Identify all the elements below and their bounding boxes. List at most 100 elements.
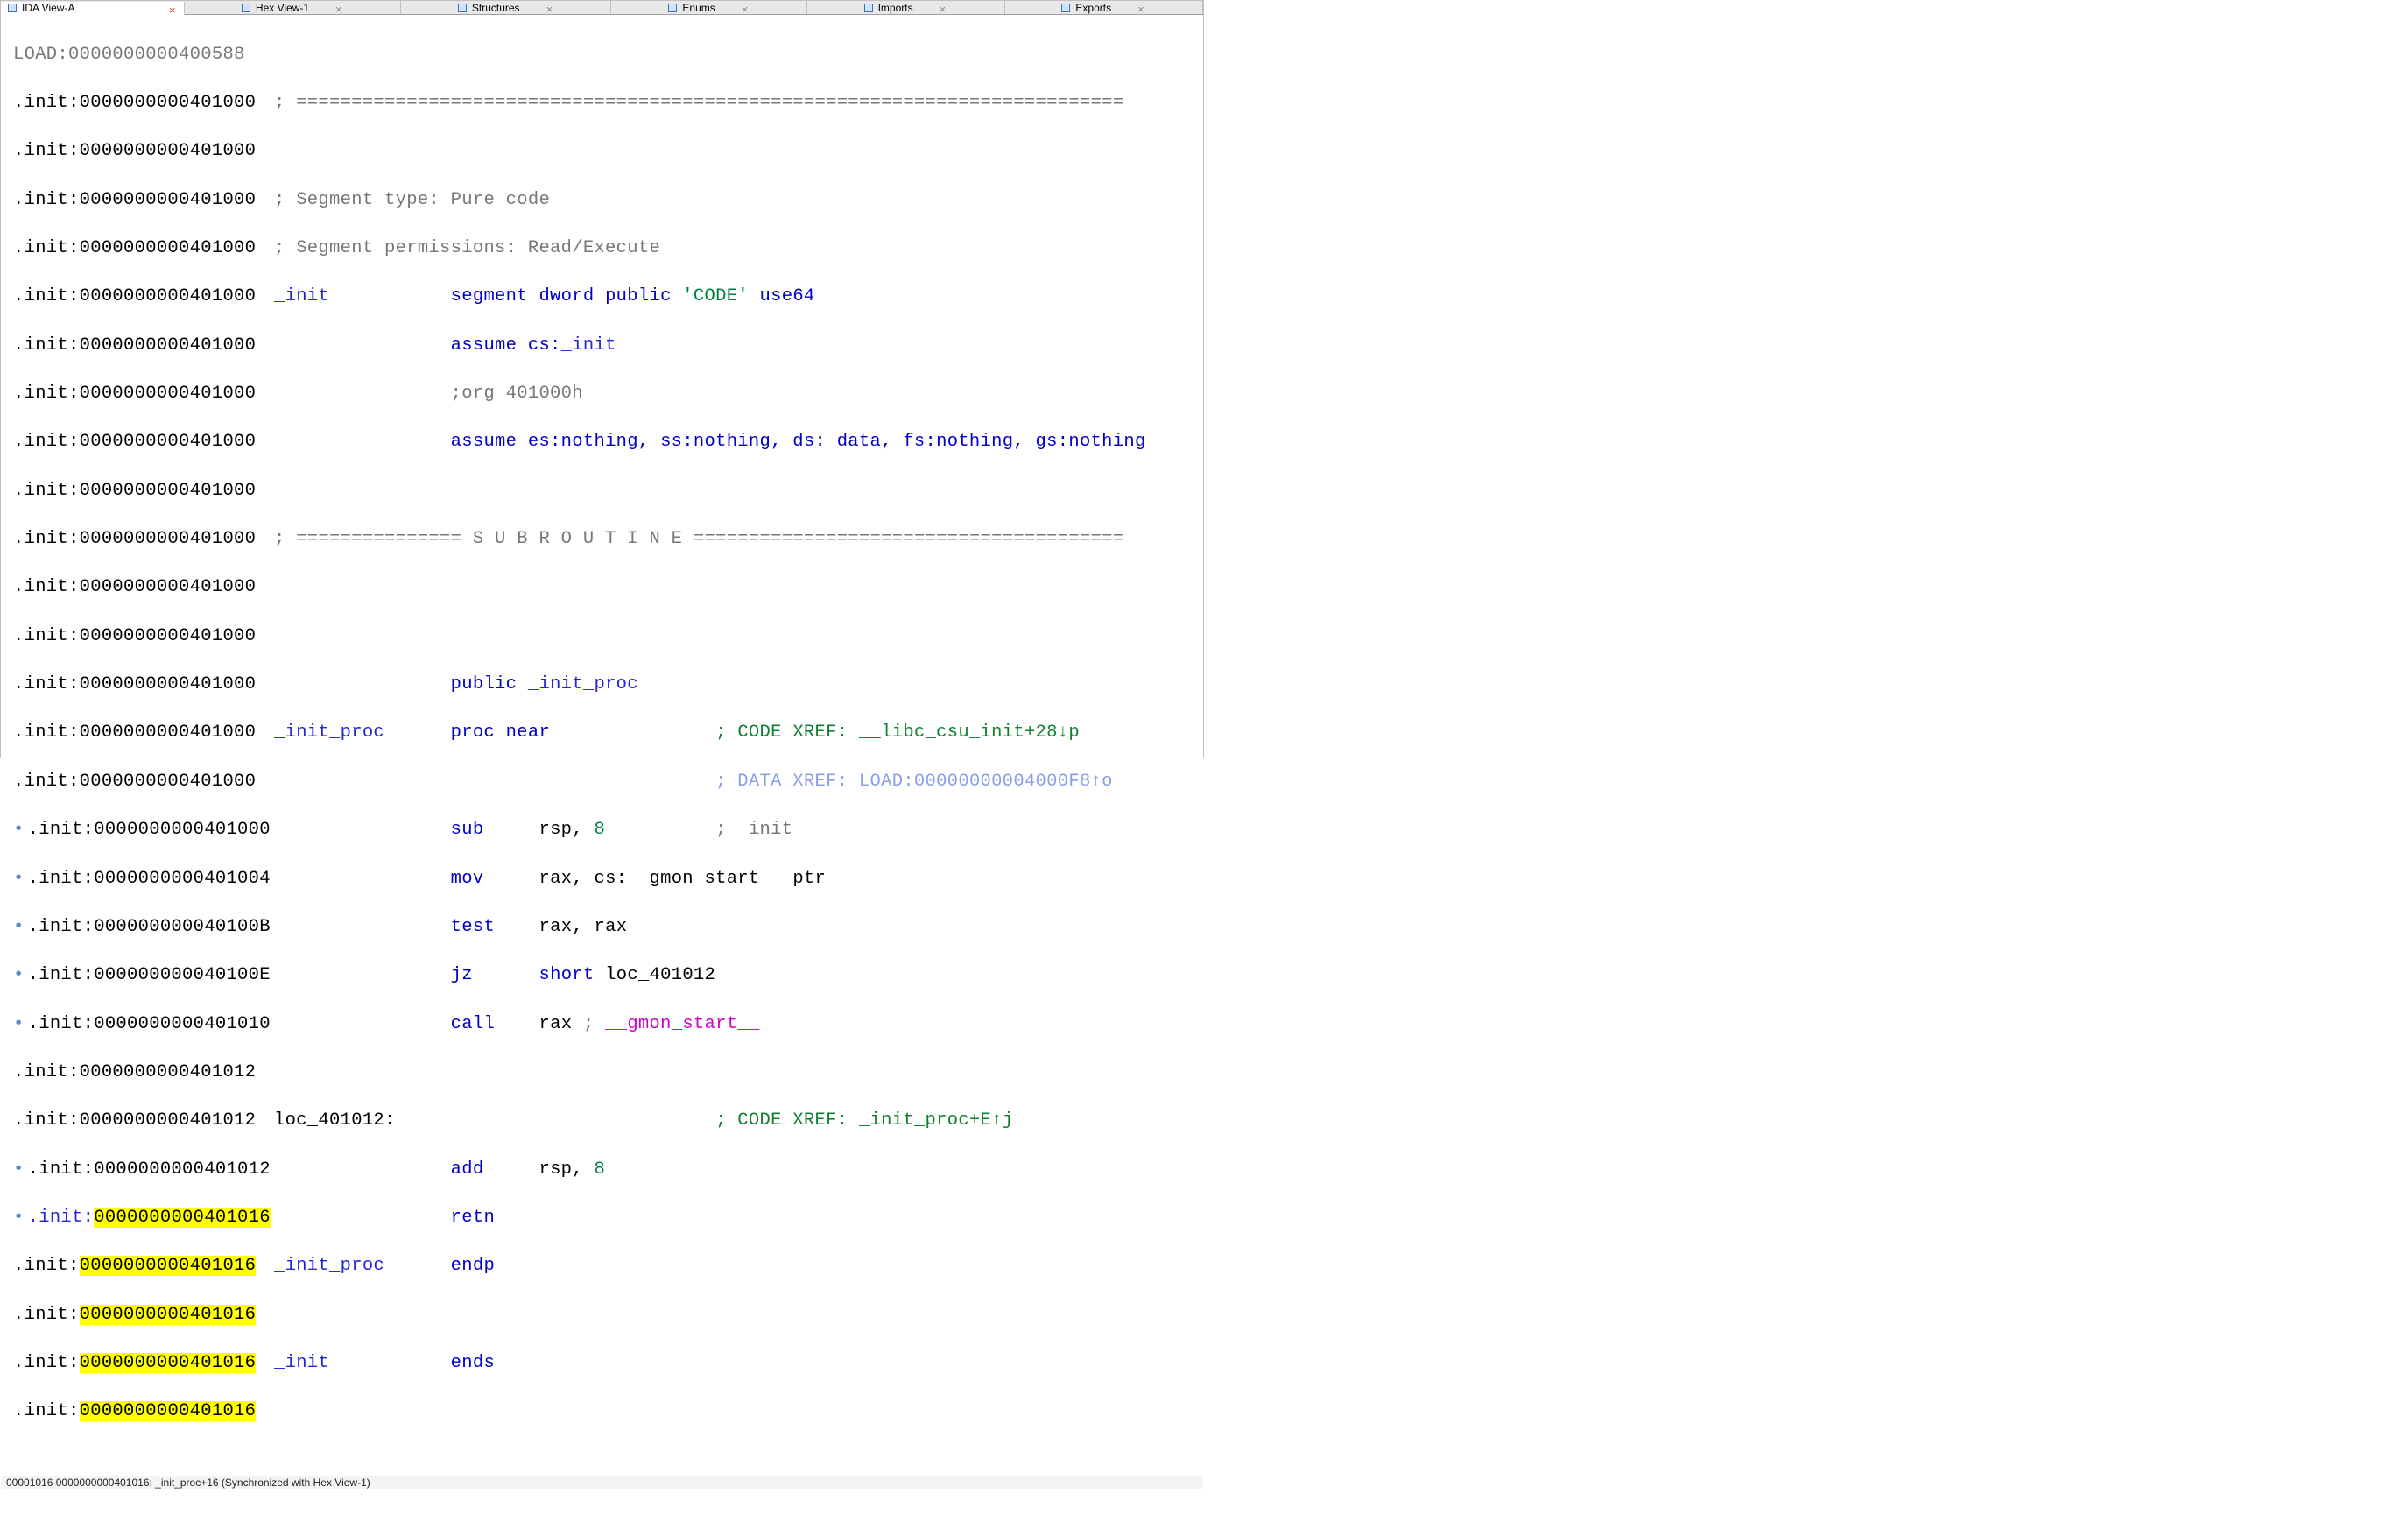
addr: .init:0000000000401000 bbox=[13, 286, 256, 307]
close-icon[interactable] bbox=[335, 4, 343, 11]
tab-label: Enums bbox=[682, 2, 715, 14]
tab-label: Structures bbox=[472, 2, 520, 14]
disassembly-panel: LOAD:0000000000400588 .init:000000000040… bbox=[1, 15, 1203, 1476]
addr-hl: 0000000000401016 bbox=[94, 1208, 271, 1228]
addr-hl: 0000000000401016 bbox=[80, 1401, 257, 1421]
addr-seg: .init: bbox=[13, 1353, 80, 1373]
jz-target: loc_401012 bbox=[605, 965, 715, 985]
tab-exports[interactable]: Exports bbox=[1005, 1, 1204, 14]
instr-call: call bbox=[451, 1014, 495, 1034]
tab-enums[interactable]: Enums bbox=[611, 1, 806, 14]
addr-hl: 0000000000401016 bbox=[80, 1353, 257, 1373]
close-icon[interactable] bbox=[169, 4, 177, 12]
mov-ops: rax, cs:__gmon_start___ptr bbox=[539, 869, 826, 889]
proc-near: proc near bbox=[451, 722, 550, 743]
tab-label: IDA View-A bbox=[22, 2, 74, 14]
breakpoint-gutter-icon[interactable]: • bbox=[13, 1014, 25, 1034]
cmt-init: ; _init bbox=[715, 820, 792, 840]
addr: .init:000000000040100E bbox=[28, 965, 271, 985]
separator-comment: ; ======================================… bbox=[274, 93, 1123, 113]
tab-imports[interactable]: Imports bbox=[807, 1, 1005, 14]
tab-structures[interactable]: Structures bbox=[401, 1, 612, 14]
breakpoint-gutter-icon[interactable]: • bbox=[13, 820, 25, 840]
addr: .init:000000000040100B bbox=[28, 917, 271, 937]
addr: .init:0000000000401012 bbox=[13, 1110, 256, 1131]
addr: .init:0000000000401000 bbox=[13, 772, 256, 792]
org-comment: ;org 401000h bbox=[451, 384, 583, 404]
breakpoint-gutter-icon[interactable]: • bbox=[13, 1208, 25, 1228]
addr: .init:0000000000401000 bbox=[13, 238, 256, 258]
segment-perm-comment: ; Segment permissions: Read/Execute bbox=[274, 238, 660, 258]
addr: .init:0000000000401012 bbox=[28, 1159, 271, 1180]
status-bar: 00001016 0000000000401016: _init_proc+16… bbox=[1, 1476, 1203, 1489]
addr: .init:0000000000401000 bbox=[13, 481, 256, 501]
instr-sub: sub bbox=[451, 820, 484, 840]
proc-label: _init_proc bbox=[274, 1256, 384, 1276]
ends: ends bbox=[451, 1353, 495, 1373]
breakpoint-gutter-icon[interactable]: • bbox=[13, 1159, 25, 1180]
segment-decl: segment dword public bbox=[451, 286, 683, 307]
ida-window: IDA View-A Hex View-1 Structures Enums bbox=[0, 0, 1204, 758]
instr-retn: retn bbox=[451, 1208, 495, 1228]
close-icon[interactable] bbox=[546, 4, 554, 11]
addr: .init:0000000000401000 bbox=[13, 626, 256, 646]
imm-8: 8 bbox=[594, 1159, 605, 1180]
window-icon bbox=[1061, 4, 1070, 12]
close-icon[interactable] bbox=[1137, 4, 1145, 11]
use64: use64 bbox=[749, 286, 815, 307]
addr-seg: .init: bbox=[13, 1256, 80, 1276]
addr: .init:0000000000401004 bbox=[28, 869, 271, 889]
code-string: 'CODE' bbox=[682, 286, 749, 307]
subroutine-text: S U B R O U T I N E bbox=[473, 529, 682, 549]
breakpoint-gutter-icon[interactable]: • bbox=[13, 869, 25, 889]
breakpoint-gutter-icon[interactable]: • bbox=[13, 965, 25, 985]
addr: .init:0000000000401000 bbox=[13, 577, 256, 597]
addr: .init:0000000000401000 bbox=[13, 335, 256, 356]
loc-label: loc_401012: bbox=[274, 1110, 396, 1131]
segment-type-comment: ; Segment type: Pure code bbox=[274, 190, 550, 210]
tab-label: Exports bbox=[1075, 2, 1111, 14]
call-cmt: ; bbox=[583, 1014, 605, 1034]
disassembly-view[interactable]: LOAD:0000000000400588 .init:000000000040… bbox=[1, 15, 1203, 1476]
gmon-start: __gmon_start__ bbox=[605, 1014, 759, 1034]
data-xref: ; DATA XREF: LOAD:00000000004000F8↑o bbox=[715, 772, 1113, 792]
assume-rest: assume es:nothing, ss:nothing, ds:_data,… bbox=[451, 432, 1146, 452]
assume-cs-target: _init bbox=[561, 335, 616, 356]
short-kw: short bbox=[539, 965, 605, 985]
code-xref-2: ; CODE XREF: _init_proc+E↑j bbox=[715, 1110, 1013, 1131]
instr-add: add bbox=[451, 1159, 484, 1180]
code-xref: ; CODE XREF: __libc_csu_init+28↓p bbox=[715, 722, 1080, 743]
addr: .init:0000000000401000 bbox=[13, 674, 256, 694]
addr-seg: .init: bbox=[13, 1401, 80, 1421]
tab-hex-view-1[interactable]: Hex View-1 bbox=[185, 1, 401, 14]
addr-seg: .init: bbox=[28, 1208, 95, 1228]
addr: .init:0000000000401000 bbox=[13, 93, 256, 113]
window-icon bbox=[242, 4, 250, 12]
addr: .init:0000000000401000 bbox=[13, 384, 256, 404]
addr: .init:0000000000401012 bbox=[13, 1062, 256, 1082]
subroutine-sep-left: ; =============== bbox=[274, 529, 473, 549]
load-line: LOAD:0000000000400588 bbox=[13, 45, 245, 65]
addr: .init:0000000000401000 bbox=[13, 722, 256, 743]
status-text: 00001016 0000000000401016: _init_proc+16… bbox=[6, 1476, 370, 1489]
addr-seg: .init: bbox=[13, 1305, 80, 1325]
op-rsp: rsp, bbox=[539, 820, 594, 840]
close-icon[interactable] bbox=[742, 4, 750, 11]
breakpoint-gutter-icon[interactable]: • bbox=[13, 917, 25, 937]
tab-bar: IDA View-A Hex View-1 Structures Enums bbox=[1, 1, 1203, 15]
public-name: _init_proc bbox=[528, 674, 638, 694]
call-op: rax bbox=[539, 1014, 582, 1034]
instr-test: test bbox=[451, 917, 495, 937]
subroutine-sep-right: ======================================= bbox=[682, 529, 1123, 549]
assume-kw: assume cs: bbox=[451, 335, 561, 356]
proc-label: _init_proc bbox=[274, 722, 384, 743]
tab-label: Imports bbox=[878, 2, 913, 14]
endp: endp bbox=[451, 1256, 495, 1276]
addr: .init:0000000000401000 bbox=[13, 190, 256, 210]
addr: .init:0000000000401000 bbox=[13, 432, 256, 452]
close-icon[interactable] bbox=[940, 4, 947, 11]
addr: .init:0000000000401000 bbox=[28, 820, 271, 840]
tab-ida-view-a[interactable]: IDA View-A bbox=[1, 2, 185, 15]
public-kw: public bbox=[451, 674, 528, 694]
test-ops: rax, rax bbox=[539, 917, 627, 937]
